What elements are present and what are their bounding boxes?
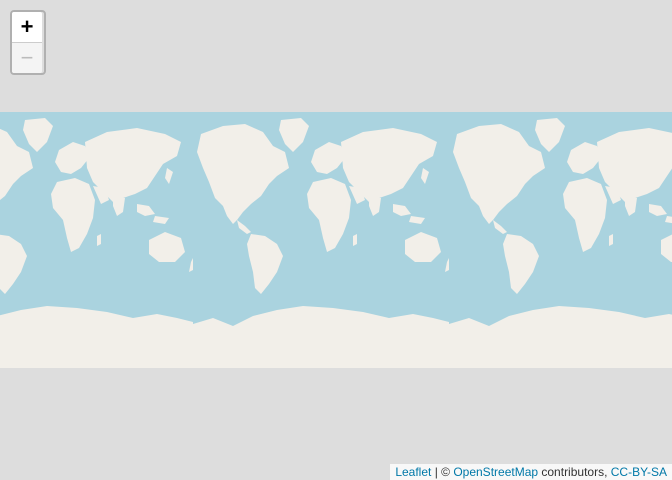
map-tile-copy <box>0 112 193 368</box>
openstreetmap-link[interactable]: OpenStreetMap <box>453 465 538 479</box>
zoom-in-button[interactable]: + <box>12 12 42 43</box>
contributors-text: contributors, <box>538 465 611 479</box>
world-map-tiles[interactable] <box>0 112 672 368</box>
leaflet-link[interactable]: Leaflet <box>395 465 431 479</box>
zoom-out-button[interactable]: − <box>12 43 42 73</box>
attribution-bar: Leaflet | © OpenStreetMap contributors, … <box>390 464 672 480</box>
zoom-control: + − <box>10 10 46 75</box>
map-tile-copy <box>193 112 449 368</box>
license-link[interactable]: CC-BY-SA <box>611 465 667 479</box>
map-container[interactable]: + − Leaflet | © OpenStreetMap contributo… <box>0 0 672 480</box>
map-tile-copy <box>449 112 672 368</box>
attribution-separator: | © <box>431 465 454 479</box>
